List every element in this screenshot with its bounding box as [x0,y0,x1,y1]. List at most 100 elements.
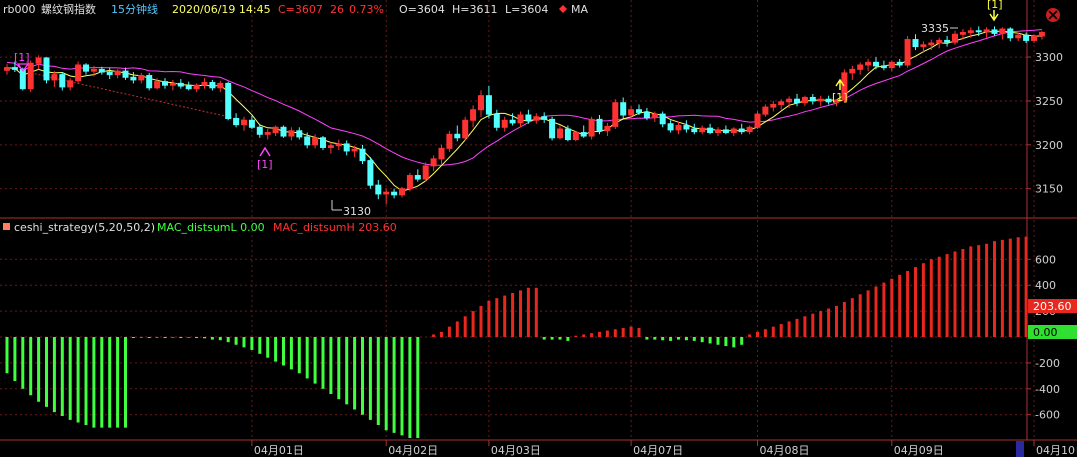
candle [557,125,563,140]
candle-body [659,113,666,125]
candle-body [304,136,311,146]
candle-body [912,39,919,48]
x-tick-label: 04月02日 [388,444,438,457]
candle-body [470,109,477,121]
candle [849,65,856,80]
candle [730,127,737,137]
candle-body [959,32,966,35]
candle-body [193,84,200,90]
candle-body [628,109,635,116]
candle [533,113,540,124]
candle [114,69,121,79]
candle-body [98,68,105,73]
candle [1007,27,1014,42]
ma-label: MA [571,3,588,16]
candle [549,116,556,141]
candle-body [675,125,682,131]
candle-body [983,29,990,33]
candle-body [383,191,390,195]
scroll-handle[interactable] [1016,441,1024,457]
x-tick-label: 04月10日 [1036,444,1077,457]
candle-body [849,68,856,74]
candle [794,93,800,107]
candle-body [762,106,769,115]
candle-body [991,29,998,34]
candle-body [462,119,469,139]
indicator-low-label: MAC_distsumL 0.00 [157,221,265,234]
low-annotation: 3130 [331,200,371,218]
y-tick-label: 600 [1035,253,1056,266]
value-marker-zero-label: 0.00 [1033,326,1058,339]
candle [209,79,216,91]
candle [359,144,366,165]
candle-body [90,68,97,72]
candle-body [67,80,74,88]
candle [272,125,279,137]
high-price: H=3611 [452,3,497,16]
candle-body [699,127,706,133]
candle-body [920,44,927,48]
candle-body [399,188,405,196]
candle-body [636,109,642,113]
x-ticks: 04月01日 04月02日 04月03日 04月07日 04月08日 04月09日 04月1… [251,440,1077,457]
signal-tag-1: [1] [14,51,30,64]
signal-tag-4: [1] [987,0,1003,11]
candle [952,30,958,45]
candle-body [809,96,816,102]
candle-body [296,130,303,138]
candle [454,125,461,142]
candle [1023,32,1030,44]
change-value: 26 [330,3,344,16]
close-chart-button[interactable] [1046,8,1060,22]
candle-body [691,128,698,133]
candle [169,79,176,91]
candle-body [454,133,461,139]
x-tick-label: 04月08日 [760,444,810,457]
candle-body [241,119,247,126]
candle-body [572,132,579,141]
y-tick-label: -600 [1035,409,1060,422]
candle [185,81,192,91]
candle [75,61,82,84]
candle [27,60,34,93]
candle [628,106,635,119]
candle [683,120,690,133]
candle-body [604,125,611,132]
candle [754,111,761,130]
candle [130,72,137,84]
candle [438,144,445,165]
y-ticks-main: 3150 3200 3250 3300 [1027,51,1063,196]
candle-body [169,82,176,86]
candle-body [233,118,240,126]
candle [406,172,413,192]
y-tick-label: 3150 [1035,183,1063,196]
value-marker-high-label: 203.60 [1033,300,1072,313]
candle [138,72,145,84]
open-price: O=3604 [399,3,445,16]
candle [770,100,777,112]
candle-body [967,30,974,34]
change-pct: 0.73% [349,3,384,16]
candle [936,37,943,49]
candle [999,27,1006,40]
candle [106,67,113,80]
candle-body [880,65,887,69]
candle-body [83,64,89,72]
candle-body [746,126,753,133]
candle-body [217,82,224,89]
candle-body [114,70,121,76]
candle-body [367,160,374,186]
candle-body [715,129,721,134]
candle-body [320,137,326,148]
candle [722,125,729,135]
close-price: C=3607 [278,3,323,16]
candles-layer [4,26,1045,205]
candle-body [201,82,208,86]
candle-body [11,67,18,70]
candle [414,169,421,182]
y-tick-label: -400 [1035,383,1060,396]
candle-body [414,175,421,180]
candle-body [288,130,295,137]
candle [604,122,611,137]
up-arrow-icon [259,146,271,157]
